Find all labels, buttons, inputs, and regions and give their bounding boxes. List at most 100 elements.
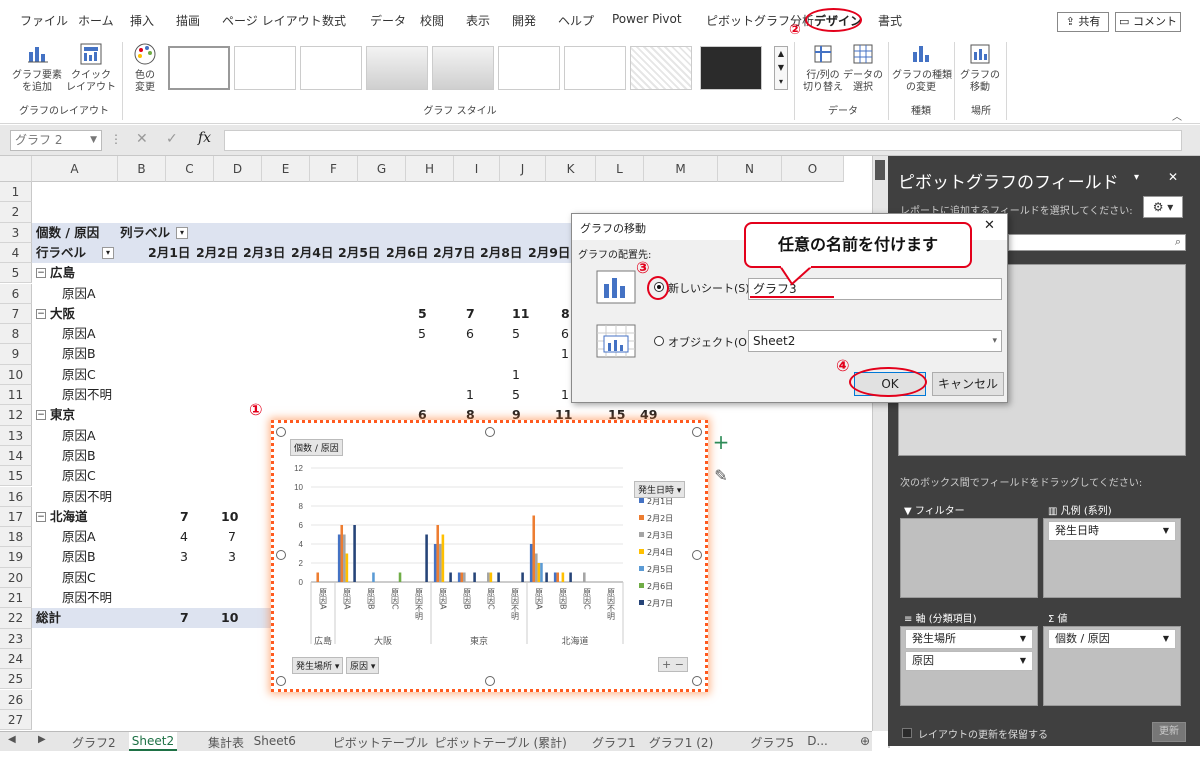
row-header[interactable]: 3 xyxy=(0,222,32,243)
row-header[interactable]: 7 xyxy=(0,303,32,325)
row-header[interactable]: 11 xyxy=(0,385,32,406)
expand-field-button[interactable]: + − xyxy=(658,657,688,672)
change-chart-type-button[interactable]: グラフの種類 の変更 xyxy=(892,40,952,100)
axis-field-item[interactable]: 発生場所 ▼ xyxy=(905,629,1033,649)
row-header[interactable]: 1 xyxy=(0,182,32,203)
chart-style-9[interactable] xyxy=(700,46,762,90)
filter-dropdown-icon[interactable]: ▾ xyxy=(102,246,114,259)
prev-sheet-icon[interactable]: ◀ xyxy=(8,734,16,745)
quick-layout-button[interactable]: クイック レイアウト xyxy=(64,40,118,100)
tab-draw[interactable]: 描画 xyxy=(176,12,200,29)
object-radio[interactable] xyxy=(654,336,664,346)
sheet-tab[interactable]: D... xyxy=(807,734,828,748)
scroll-thumb[interactable] xyxy=(875,160,885,180)
row-header[interactable]: 20 xyxy=(0,567,32,588)
tab-data[interactable]: データ xyxy=(370,12,406,29)
column-header[interactable]: G xyxy=(358,156,406,182)
axis-field-button-cause[interactable]: 原因 ▾ xyxy=(346,657,380,674)
filter-drop-area[interactable] xyxy=(900,518,1038,598)
row-header[interactable]: 22 xyxy=(0,608,32,629)
row-header[interactable]: 19 xyxy=(0,547,32,568)
column-header[interactable]: F xyxy=(310,156,358,182)
column-header[interactable]: O xyxy=(782,156,844,182)
cancel-icon[interactable]: ✕ xyxy=(136,131,148,147)
values-field-item[interactable]: 個数 / 原因 ▼ xyxy=(1048,629,1176,649)
collapse-ribbon-icon[interactable]: ︿ xyxy=(1172,108,1182,123)
column-header[interactable]: I xyxy=(454,156,500,182)
row-header[interactable]: 8 xyxy=(0,324,32,345)
row-header[interactable]: 16 xyxy=(0,486,32,507)
column-header[interactable]: E xyxy=(262,156,310,182)
column-header[interactable]: K xyxy=(546,156,596,182)
object-sheet-select[interactable]: Sheet2 ▾ xyxy=(748,330,1002,352)
change-colors-button[interactable]: 色の 変更 xyxy=(126,40,164,100)
row-header[interactable]: 14 xyxy=(0,445,32,467)
switch-row-column-button[interactable]: 行/列の 切り替え xyxy=(802,40,844,100)
tab-format[interactable]: 書式 xyxy=(878,12,902,29)
collapse-icon[interactable]: − xyxy=(36,268,46,279)
resize-handle[interactable] xyxy=(485,676,495,686)
share-button[interactable]: ⇪ 共有 xyxy=(1057,12,1109,32)
cancel-button[interactable]: キャンセル xyxy=(932,372,1004,396)
filter-dropdown-icon[interactable]: ▾ xyxy=(176,226,188,239)
row-header[interactable]: 2 xyxy=(0,202,32,223)
column-header[interactable]: C xyxy=(166,156,214,182)
row-header[interactable]: 6 xyxy=(0,283,32,304)
value-field-button[interactable]: 個数 / 原因 xyxy=(290,439,343,456)
row-header[interactable]: 10 xyxy=(0,364,32,385)
row-header[interactable]: 4 xyxy=(0,242,32,264)
resize-handle[interactable] xyxy=(485,427,495,437)
chart-style-4[interactable] xyxy=(366,46,428,90)
move-chart-button[interactable]: グラフの 移動 xyxy=(958,40,1002,100)
legend-field-button[interactable]: 発生日時 ▾ xyxy=(634,481,686,498)
sheet-tab[interactable]: ピボットテーブル xyxy=(333,734,428,751)
column-header[interactable]: N xyxy=(718,156,782,182)
row-header[interactable]: 5 xyxy=(0,263,32,284)
next-sheet-icon[interactable]: ▶ xyxy=(38,734,46,745)
values-drop-area[interactable]: 個数 / 原因 ▼ xyxy=(1043,626,1181,706)
add-sheet-icon[interactable]: ⊕ xyxy=(860,734,870,748)
gear-icon[interactable]: ⚙ ▾ xyxy=(1143,196,1183,218)
row-header[interactable]: 25 xyxy=(0,669,32,690)
legend-field-item[interactable]: 発生日時 ▼ xyxy=(1048,521,1176,541)
chart-style-1[interactable] xyxy=(168,46,230,90)
resize-handle[interactable] xyxy=(692,427,702,437)
tab-developer[interactable]: 開発 xyxy=(512,12,536,29)
tab-formulas[interactable]: 数式 xyxy=(322,12,346,29)
tab-help[interactable]: ヘルプ xyxy=(558,12,594,29)
name-box[interactable]: グラフ 2 ▼ xyxy=(10,130,102,151)
style-gallery-scroll[interactable]: ▲ ▼ ▾ xyxy=(774,46,788,90)
sheet-tab[interactable]: グラフ2 xyxy=(72,734,116,751)
row-header[interactable]: 24 xyxy=(0,648,32,670)
chart-style-7[interactable] xyxy=(564,46,626,90)
tab-view[interactable]: 表示 xyxy=(466,12,490,29)
resize-handle[interactable] xyxy=(692,550,702,560)
chart-elements-plus-icon[interactable]: + xyxy=(710,432,732,454)
enter-icon[interactable]: ✓ xyxy=(166,131,178,147)
row-header[interactable]: 13 xyxy=(0,425,32,446)
close-icon[interactable]: ✕ xyxy=(984,218,995,233)
select-data-button[interactable]: データの 選択 xyxy=(842,40,884,100)
tab-page-layout[interactable]: ページ レイアウト xyxy=(222,12,322,29)
resize-handle[interactable] xyxy=(276,427,286,437)
axis-field-button-location[interactable]: 発生場所 ▾ xyxy=(292,657,344,674)
collapse-icon[interactable]: − xyxy=(36,410,46,421)
sheet-tab[interactable]: グラフ5 xyxy=(750,734,794,751)
column-header[interactable]: A xyxy=(32,156,118,182)
tab-home[interactable]: ホーム xyxy=(78,12,114,29)
column-header[interactable]: H xyxy=(406,156,454,182)
row-header[interactable]: 23 xyxy=(0,628,32,649)
column-header[interactable]: J xyxy=(500,156,546,182)
collapse-icon[interactable]: − xyxy=(36,511,46,522)
tab-insert[interactable]: 挿入 xyxy=(130,12,154,29)
row-header[interactable]: 27 xyxy=(0,709,32,731)
chart-style-5[interactable] xyxy=(432,46,494,90)
column-header[interactable]: M xyxy=(644,156,718,182)
chart-style-6[interactable] xyxy=(498,46,560,90)
row-header[interactable]: 17 xyxy=(0,506,32,528)
tab-review[interactable]: 校閲 xyxy=(420,12,444,29)
pane-close-icon[interactable]: ✕ xyxy=(1168,170,1178,184)
row-header[interactable]: 21 xyxy=(0,588,32,609)
select-all-corner[interactable] xyxy=(0,156,32,182)
resize-handle[interactable] xyxy=(276,676,286,686)
